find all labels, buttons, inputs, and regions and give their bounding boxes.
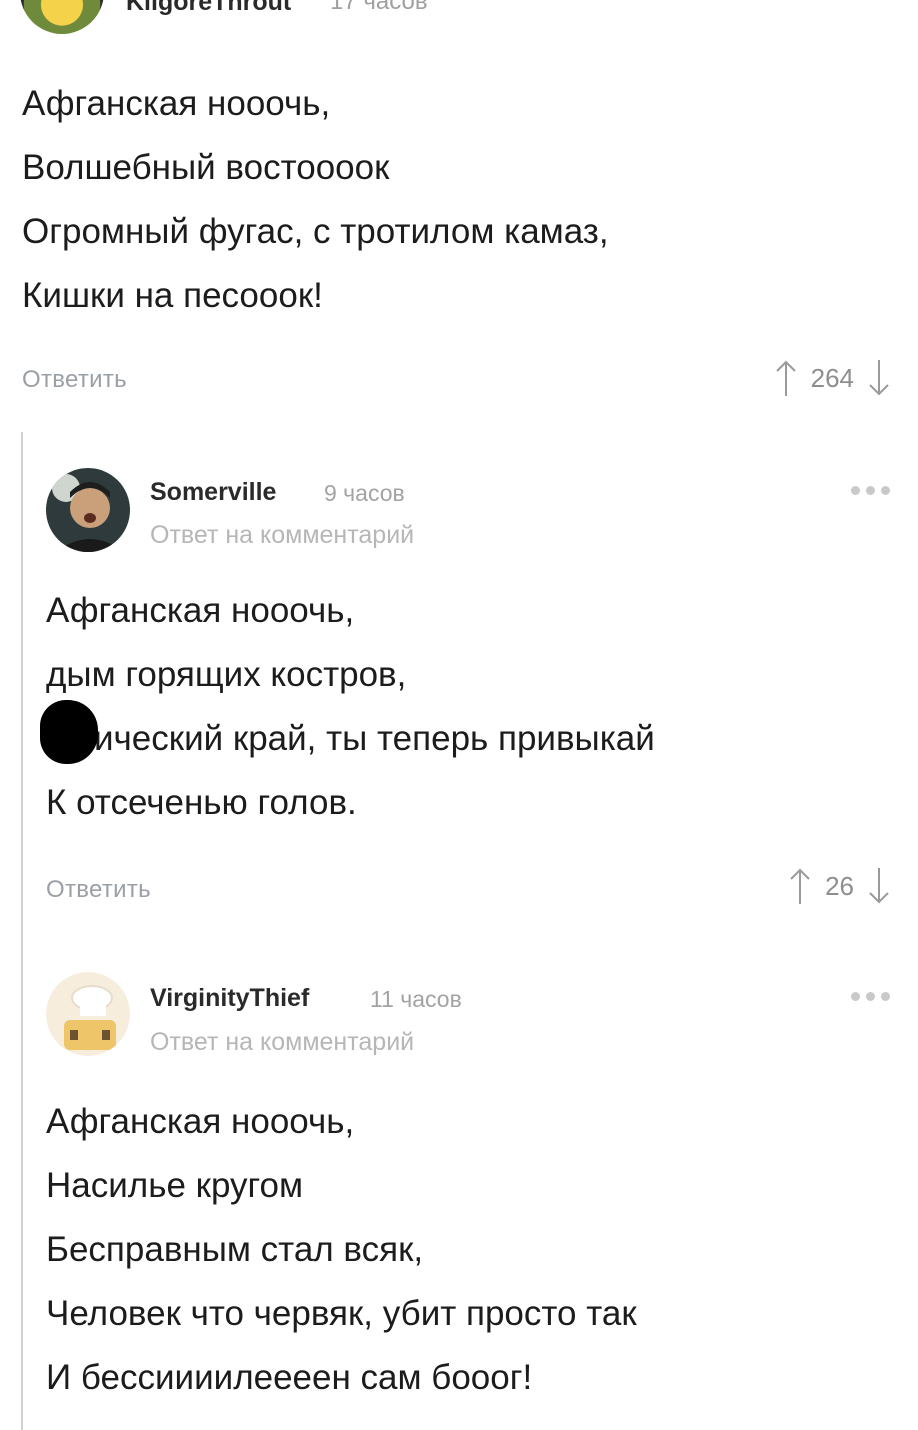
text-line: Бесправным стал всяк, (46, 1230, 424, 1269)
text-line: ический край, ты теперь привыкай (94, 719, 655, 758)
text-line: Афганская нооочь, (46, 1102, 355, 1141)
arrow-down-icon[interactable] (868, 866, 890, 906)
reply-button[interactable]: Ответить (22, 366, 127, 394)
text-line: дым горящих костров, (46, 655, 407, 694)
arrow-up-icon[interactable] (789, 866, 811, 906)
text-line: Насилье кругом (46, 1166, 304, 1205)
comment-time: 11 часов (370, 986, 462, 1012)
comment-time: 17 часов (330, 0, 428, 15)
comment-author[interactable]: Somerville (150, 478, 276, 507)
reply-button[interactable]: Ответить (46, 876, 151, 904)
comment-author[interactable]: VirginityThief (150, 984, 309, 1013)
text-line: Афганская нооочь, (22, 84, 331, 123)
rating-count: 26 (825, 870, 854, 901)
vote-controls: 26 (789, 866, 890, 906)
reply-context-link[interactable]: Ответ на комментарий (150, 1028, 414, 1057)
comment-text: Афганская нооочь, дым горящих костров, и… (46, 593, 655, 849)
more-dots-icon[interactable] (851, 992, 890, 1001)
censor-blot (40, 700, 98, 764)
comment-text: Афганская нооочь, Волшебный востоооок Ог… (22, 86, 609, 342)
comment-text: Афганская нооочь, Насилье кругом Бесправ… (46, 1104, 637, 1424)
text-line: И бессиииилеееен сам бооог! (46, 1358, 533, 1397)
avatar[interactable] (46, 468, 130, 552)
thread-line (21, 432, 23, 1430)
arrow-down-icon[interactable] (868, 358, 890, 398)
text-line: Кишки на песооок! (22, 276, 323, 315)
vote-controls: 264 (775, 358, 890, 398)
arrow-up-icon[interactable] (775, 358, 797, 398)
reply-context-link[interactable]: Ответ на комментарий (150, 521, 414, 550)
comment-author[interactable]: KilgoreThrout (126, 0, 291, 17)
text-line: Волшебный востоооок (22, 148, 390, 187)
text-line: Огромный фугас, с тротилом камаз, (22, 212, 609, 251)
text-line: Человек что червяк, убит просто так (46, 1294, 637, 1333)
text-line: Афганская нооочь, (46, 591, 355, 630)
text-line: К отсеченью голов. (46, 783, 357, 822)
rating-count: 264 (810, 362, 854, 393)
avatar[interactable] (46, 972, 130, 1056)
more-dots-icon[interactable] (851, 486, 890, 495)
comment-time: 9 часов (324, 480, 405, 506)
avatar[interactable] (20, 0, 104, 34)
